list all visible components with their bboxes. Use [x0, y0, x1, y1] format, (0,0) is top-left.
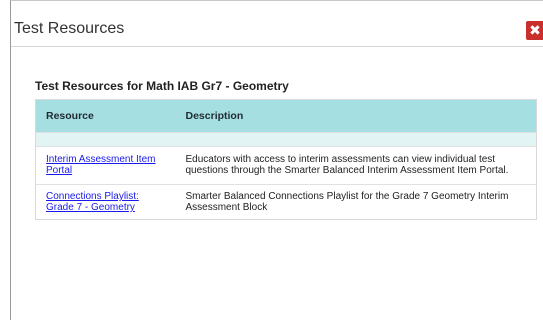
- table-spacer-row: [35, 132, 537, 147]
- modal-title: Test Resources: [14, 20, 125, 37]
- resource-link-connections-playlist[interactable]: Connections Playlist: Grade 7 - Geometry: [46, 191, 139, 213]
- table-row: Interim Assessment Item Portal Educators…: [35, 146, 537, 185]
- description-cell: Educators with access to interim assessm…: [175, 146, 537, 185]
- resource-link-item-portal[interactable]: Interim Assessment Item Portal: [46, 154, 155, 176]
- resource-cell: Interim Assessment Item Portal: [35, 146, 176, 185]
- modal-header: Test Resources ✖: [11, 17, 543, 47]
- table-header-row: Resource Description: [35, 99, 537, 133]
- close-button[interactable]: ✖: [526, 21, 543, 40]
- column-header-description: Description: [175, 99, 537, 133]
- table-row: Connections Playlist: Grade 7 - Geometry…: [35, 184, 537, 220]
- section-title: Test Resources for Math IAB Gr7 - Geomet…: [35, 79, 289, 93]
- description-cell: Smarter Balanced Connections Playlist fo…: [175, 184, 537, 220]
- resource-cell: Connections Playlist: Grade 7 - Geometry: [35, 184, 176, 220]
- test-resources-modal: Test Resources ✖ Test Resources for Math…: [10, 0, 543, 320]
- column-header-resource: Resource: [35, 99, 176, 133]
- close-icon: ✖: [529, 22, 541, 38]
- resource-table: Resource Description Interim Assessment …: [35, 99, 537, 220]
